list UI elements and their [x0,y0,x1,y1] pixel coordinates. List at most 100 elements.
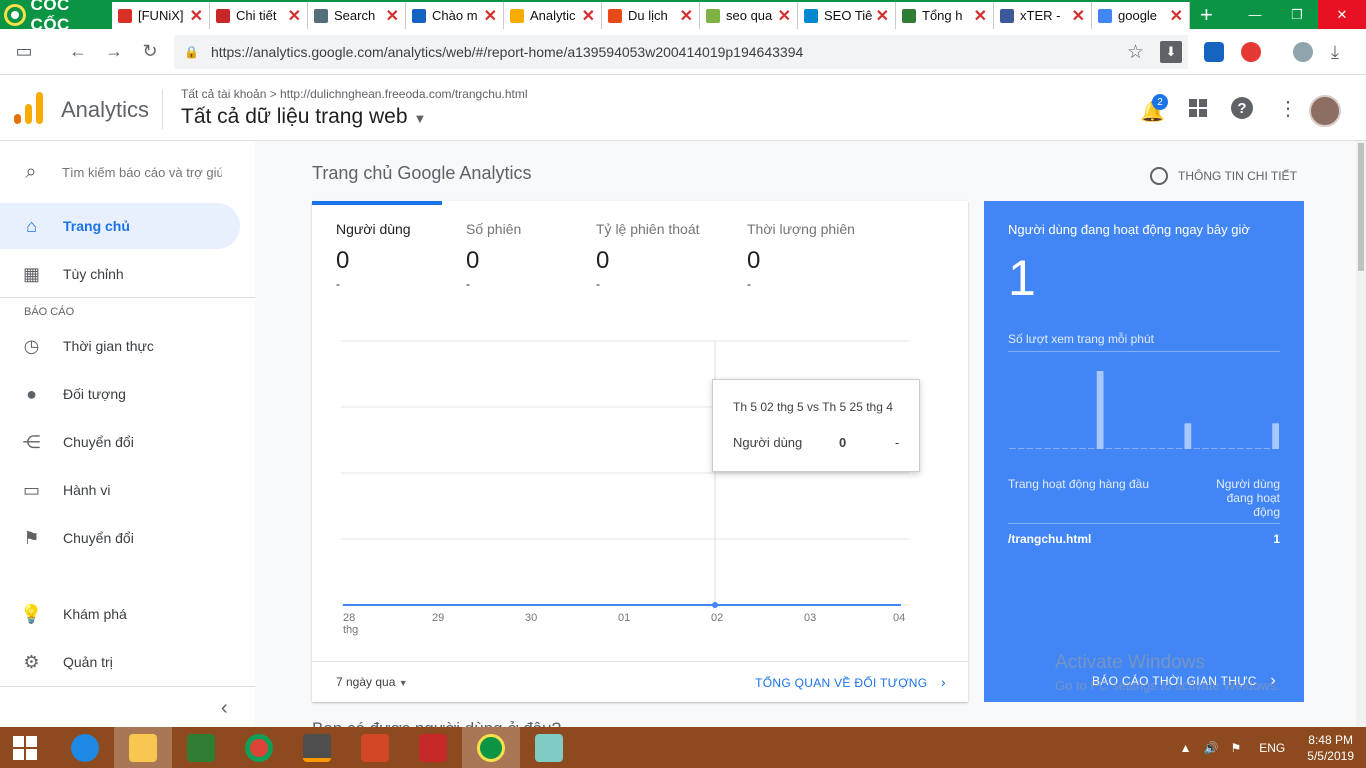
sidebar-item-behavior[interactable]: ▭ Hành vi [0,467,240,513]
close-tab-icon[interactable]: ✕ [190,6,203,26]
coccoc-logo[interactable]: CỐC CỐC [0,0,112,34]
pageview-bar [1184,423,1192,449]
sidebar-item-acquisition[interactable]: ⋲ Chuyển đổi [0,419,240,465]
browser-tab[interactable]: SEO Tiê ✕ [798,2,896,29]
network-flag-icon[interactable]: ⚑ [1231,741,1242,755]
opera-extension-icon[interactable] [1241,42,1261,62]
sidebar-item-home[interactable]: ⌂ Trang chủ [0,203,240,249]
close-window-button[interactable]: ✕ [1318,0,1366,29]
start-button[interactable] [0,727,50,768]
browser-tab[interactable]: Search ✕ [308,2,406,29]
gear-icon: ⚙ [23,651,40,672]
taskbar-notepad[interactable] [520,727,578,768]
download-arrow-icon[interactable]: ⤓ [1331,42,1351,62]
close-tab-icon[interactable]: ✕ [974,6,987,26]
help-icon[interactable]: ? [1231,97,1253,119]
volume-icon[interactable]: 🔊 [1204,741,1219,755]
url-text[interactable]: https://analytics.google.com/analytics/w… [211,44,803,60]
avatar[interactable] [1309,95,1341,127]
browser-tab[interactable]: Du lịch ✕ [602,2,700,29]
apps-grid-icon[interactable] [1189,99,1207,117]
sidebar-item-conversions[interactable]: ⚑ Chuyển đổi [0,515,240,561]
forward-button[interactable]: → [96,41,132,62]
close-tab-icon[interactable]: ✕ [1170,6,1183,26]
browser-tab[interactable]: google ✕ [1092,2,1190,29]
pageview-bar [1017,448,1025,449]
browser-tab[interactable]: xTER - ✕ [994,2,1092,29]
taskbar-autocad[interactable] [404,727,462,768]
leaf-icon [706,8,720,23]
sidebar-item-realtime[interactable]: ◷ Thời gian thực [0,323,240,369]
pageview-bar [1044,448,1051,449]
bookmark-star-icon[interactable]: ☆ [1127,41,1144,64]
taskbar-powerpoint[interactable] [346,727,404,768]
browser-tab-title: Analytic [530,8,576,23]
close-tab-icon[interactable]: ✕ [484,6,497,26]
tray-overflow-icon[interactable]: ▲ [1180,741,1192,755]
taskbar-explorer[interactable] [114,727,172,768]
taskbar-ie[interactable] [56,727,114,768]
breadcrumb[interactable]: Tất cả tài khoản > http://dulichnghean.f… [181,87,528,101]
close-tab-icon[interactable]: ✕ [778,6,791,26]
audience-overview-link[interactable]: TỔNG QUAN VỀ ĐỐI TƯỢNG › [755,674,946,690]
page-scrollbar[interactable] [1356,141,1366,727]
analytics-logo-icon[interactable] [14,92,44,124]
metric-tab-session-duration[interactable]: Thời lượng phiên 0 - [747,221,877,291]
search-input[interactable] [62,164,222,180]
x-tick-label: 02 [711,612,723,624]
sidebar-item-discover[interactable]: 💡 Khám phá [0,591,240,637]
close-tab-icon[interactable]: ✕ [386,6,399,26]
profile-icon[interactable] [1293,42,1313,62]
metric-tab-bounce-rate[interactable]: Tỷ lệ phiên thoát 0 - [596,221,726,291]
browser-tab-title: seo qua [726,8,773,23]
x-tick-label: 04 [893,612,905,624]
taskbar-store[interactable] [172,727,230,768]
metric-tab-users[interactable]: Người dùng 0 - [336,221,466,291]
clock[interactable]: 8:48 PM 5/5/2019 [1307,732,1354,764]
sidebar-search[interactable]: ⌕ [0,151,255,193]
minimize-button[interactable]: — [1234,0,1276,29]
close-tab-icon[interactable]: ✕ [876,6,889,26]
sidebar-item-label: Quản trị [63,654,113,670]
page-icon [412,8,426,23]
metric-tab-sessions[interactable]: Số phiên 0 - [466,221,596,291]
browser-tab[interactable]: Chi tiết ✕ [210,2,308,29]
back-button[interactable]: ← [60,41,96,62]
taskbar-chrome[interactable] [230,727,288,768]
address-bar[interactable]: 🔒 https://analytics.google.com/analytics… [174,35,1188,69]
metric-label: Thời lượng phiên [747,221,855,237]
reload-button[interactable]: ↻ [132,41,168,62]
view-selector[interactable]: Tất cả dữ liệu trang web ▼ [181,105,426,129]
sidebar-item-label: Chuyển đổi [63,434,134,450]
sidebar-item-audience[interactable]: ● Đối tượng [0,371,240,417]
top-page-path[interactable]: /trangchu.html [1008,532,1091,546]
browser-tab[interactable]: [FUNiX] ✕ [112,2,210,29]
browser-tab[interactable]: Analytic ✕ [504,2,602,29]
main-content: Trang chủ Google Analytics THÔNG TIN CHI… [255,141,1356,727]
collapse-sidebar-icon[interactable]: ‹ [221,697,228,720]
browser-tab[interactable]: Chào m ✕ [406,2,504,29]
browser-tab[interactable]: seo qua ✕ [700,2,798,29]
download-icon[interactable]: ⬇ [1160,41,1182,63]
insights-button[interactable]: THÔNG TIN CHI TIẾT [1150,167,1297,185]
new-tab-button[interactable]: + [1200,1,1213,29]
more-vert-icon[interactable]: ⋮ [1278,96,1298,121]
browser-tab[interactable]: Tổng h ✕ [896,2,994,29]
close-tab-icon[interactable]: ✕ [582,6,595,26]
restore-button[interactable]: ❐ [1276,0,1318,29]
sidebar-toggle-icon[interactable]: ▭ [6,41,42,62]
close-tab-icon[interactable]: ✕ [288,6,301,26]
close-tab-icon[interactable]: ✕ [1072,6,1085,26]
watermark-title: Activate Windows [1055,652,1205,673]
close-tab-icon[interactable]: ✕ [680,6,693,26]
sidebar-item-admin[interactable]: ⚙ Quản trị [0,639,240,685]
sidebar-item-customize[interactable]: ▦ Tùy chỉnh [0,251,240,297]
language-indicator[interactable]: ENG [1259,741,1285,755]
scrollbar-thumb[interactable] [1358,143,1364,271]
taskbar-sublime[interactable] [288,727,346,768]
active-users-header: Người dùng đang hoạt động [1216,477,1280,519]
extension-icon[interactable] [1204,42,1224,62]
taskbar-coccoc[interactable] [462,727,520,768]
browser-tab-title: xTER - [1020,8,1061,23]
date-range-dropdown[interactable]: 7 ngày qua ▼ [336,675,408,689]
